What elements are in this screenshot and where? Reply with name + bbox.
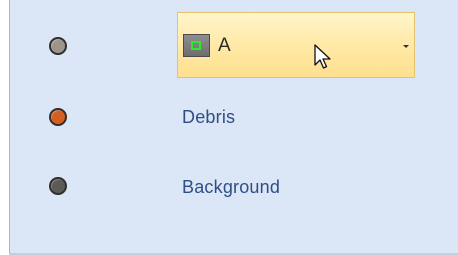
class-color-dot-3[interactable] — [49, 177, 67, 195]
class-color-dot-2[interactable] — [49, 108, 67, 126]
square-outline-icon — [191, 41, 201, 50]
class-swatch-icon — [183, 34, 210, 57]
class-name-dropdown[interactable]: A — [177, 12, 415, 78]
app-frame: A Debris Background — [0, 0, 458, 255]
dropdown-arrow-icon[interactable] — [403, 45, 409, 48]
mouse-pointer-icon — [314, 44, 331, 69]
dropdown-selected-text: A — [218, 35, 231, 56]
class-label-debris[interactable]: Debris — [182, 107, 235, 128]
class-label-background[interactable]: Background — [182, 177, 280, 198]
class-color-dot-1[interactable] — [49, 37, 67, 55]
